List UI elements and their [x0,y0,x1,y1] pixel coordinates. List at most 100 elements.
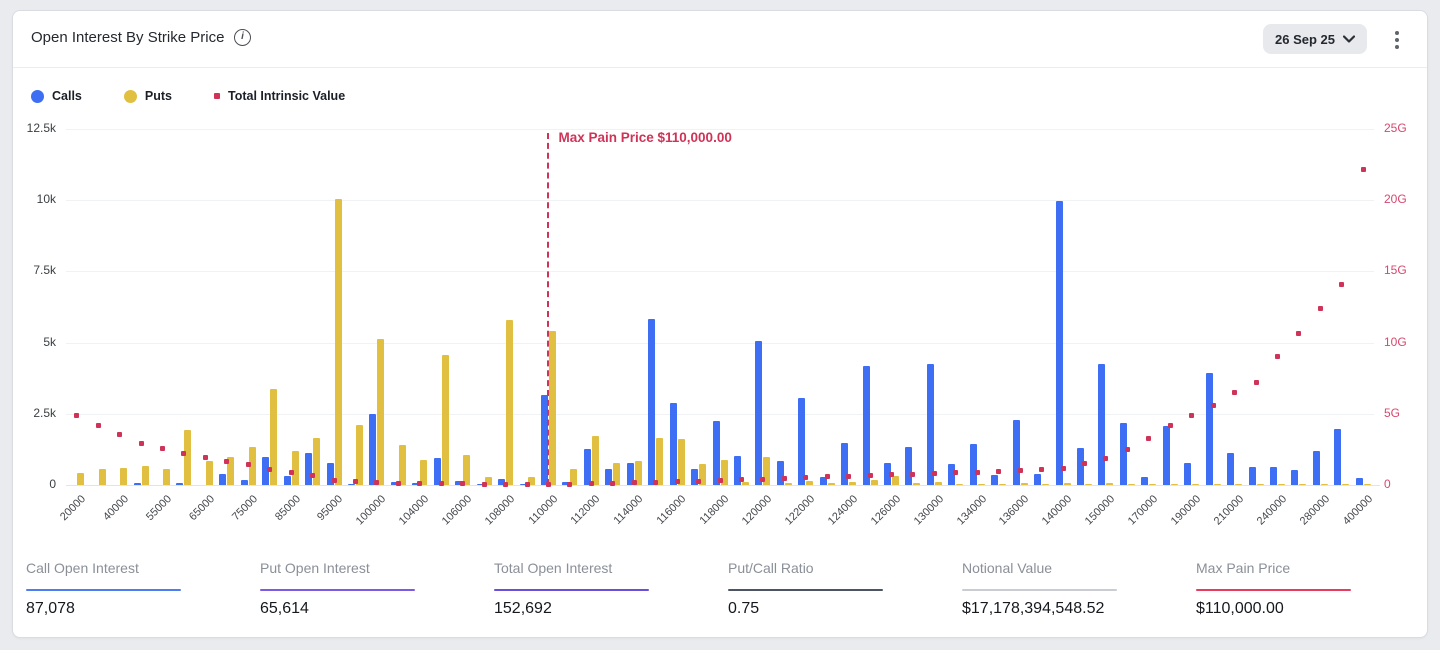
gridline [66,414,1374,415]
calls-bar [1184,463,1191,485]
calls-bar [348,484,355,485]
y-axis-label-right: 0 [1384,477,1391,491]
calls-bar [1334,429,1341,485]
stat-label: Put Open Interest [260,560,475,576]
info-icon[interactable]: i [234,29,251,46]
y-axis-label-right: 25G [1384,121,1407,135]
stat-underline [1196,589,1351,591]
y-axis-label-right: 5G [1384,406,1400,420]
stat-label: Put/Call Ratio [728,560,943,576]
intrinsic-value-point [653,480,658,485]
x-axis-label: 136000 [997,493,1031,527]
legend-item-puts[interactable]: Puts [124,89,172,103]
puts-bar [1171,484,1178,485]
stat-label: Max Pain Price [1196,560,1411,576]
stat-underline [962,589,1117,591]
stat-value: 65,614 [260,600,475,618]
x-axis-label: 110000 [526,493,560,527]
legend-item-calls[interactable]: Calls [31,89,82,103]
puts-bar [184,430,191,485]
gridline [66,200,1374,201]
legend-square-icon [214,93,220,99]
puts-bar [1042,484,1049,485]
puts-bar [1214,484,1221,485]
calls-bar [970,444,977,485]
intrinsic-value-point [1254,380,1259,385]
legend-label: Calls [52,89,82,103]
x-axis-label: 150000 [1083,493,1117,527]
calls-bar [798,398,805,485]
max-pain-line [547,133,549,485]
y-axis-label-left: 2.5k [16,406,56,420]
calls-bar [1056,201,1063,485]
legend-item-total-intrinsic-value[interactable]: Total Intrinsic Value [214,89,345,103]
puts-bar [549,331,556,485]
intrinsic-value-point [825,474,830,479]
puts-bar [1257,484,1264,485]
puts-bar [1342,484,1349,485]
calls-bar [670,403,677,485]
stat-max-pain-price: Max Pain Price$110,000.00 [1196,560,1411,618]
intrinsic-value-point [675,479,680,484]
intrinsic-value-point [203,455,208,460]
x-axis-label: 106000 [440,493,474,527]
stat-value: $17,178,394,548.52 [962,600,1177,618]
x-axis-label: 118000 [698,493,732,527]
intrinsic-value-point [846,474,851,479]
intrinsic-value-point [1168,423,1173,428]
calls-bar [1270,467,1277,485]
calls-bar [1313,451,1320,485]
intrinsic-value-point [396,481,401,486]
intrinsic-value-point [482,482,487,487]
stat-underline [728,589,883,591]
legend-label: Total Intrinsic Value [228,89,345,103]
puts-bar [1021,483,1028,485]
calls-bar [713,421,720,485]
x-axis-label: 40000 [101,493,131,523]
calls-bar [1141,477,1148,485]
x-axis-label: 104000 [397,493,431,527]
x-axis-label: 210000 [1212,493,1246,527]
calls-bar [863,366,870,485]
x-axis-label: 114000 [612,493,646,527]
intrinsic-value-point [1146,436,1151,441]
intrinsic-value-point [567,482,572,487]
puts-bar [913,483,920,485]
puts-bar [656,438,663,485]
y-axis-label-right: 20G [1384,192,1407,206]
puts-bar [1085,484,1092,485]
intrinsic-value-point [610,481,615,486]
intrinsic-value-point [1339,282,1344,287]
x-axis-label: 400000 [1340,493,1374,527]
intrinsic-value-point [932,471,937,476]
expiry-date-selector[interactable]: 26 Sep 25 [1263,24,1367,54]
intrinsic-value-point [782,476,787,481]
more-options-icon[interactable] [1389,31,1405,49]
calls-bar [1227,453,1234,485]
calls-bar [284,476,291,485]
y-axis-label-left: 7.5k [16,263,56,277]
puts-bar [506,320,513,485]
intrinsic-value-point [460,481,465,486]
intrinsic-value-point [1039,467,1044,472]
intrinsic-value-point [374,480,379,485]
legend-circle-icon [31,90,44,103]
intrinsic-value-point [139,441,144,446]
intrinsic-value-point [1082,461,1087,466]
puts-bar [377,339,384,485]
chevron-down-icon [1343,35,1355,43]
x-axis-label: 122000 [783,493,817,527]
intrinsic-value-point [332,478,337,483]
x-axis-label: 100000 [354,493,388,527]
puts-bar [1192,484,1199,485]
puts-bar [849,482,856,485]
intrinsic-value-point [417,481,422,486]
puts-bar [892,476,899,485]
intrinsic-value-point [224,459,229,464]
puts-bar [1364,484,1371,485]
intrinsic-value-point [353,479,358,484]
stat-label: Notional Value [962,560,1177,576]
x-axis-label: 170000 [1126,493,1160,527]
intrinsic-value-point [589,481,594,486]
puts-bar [1278,484,1285,485]
